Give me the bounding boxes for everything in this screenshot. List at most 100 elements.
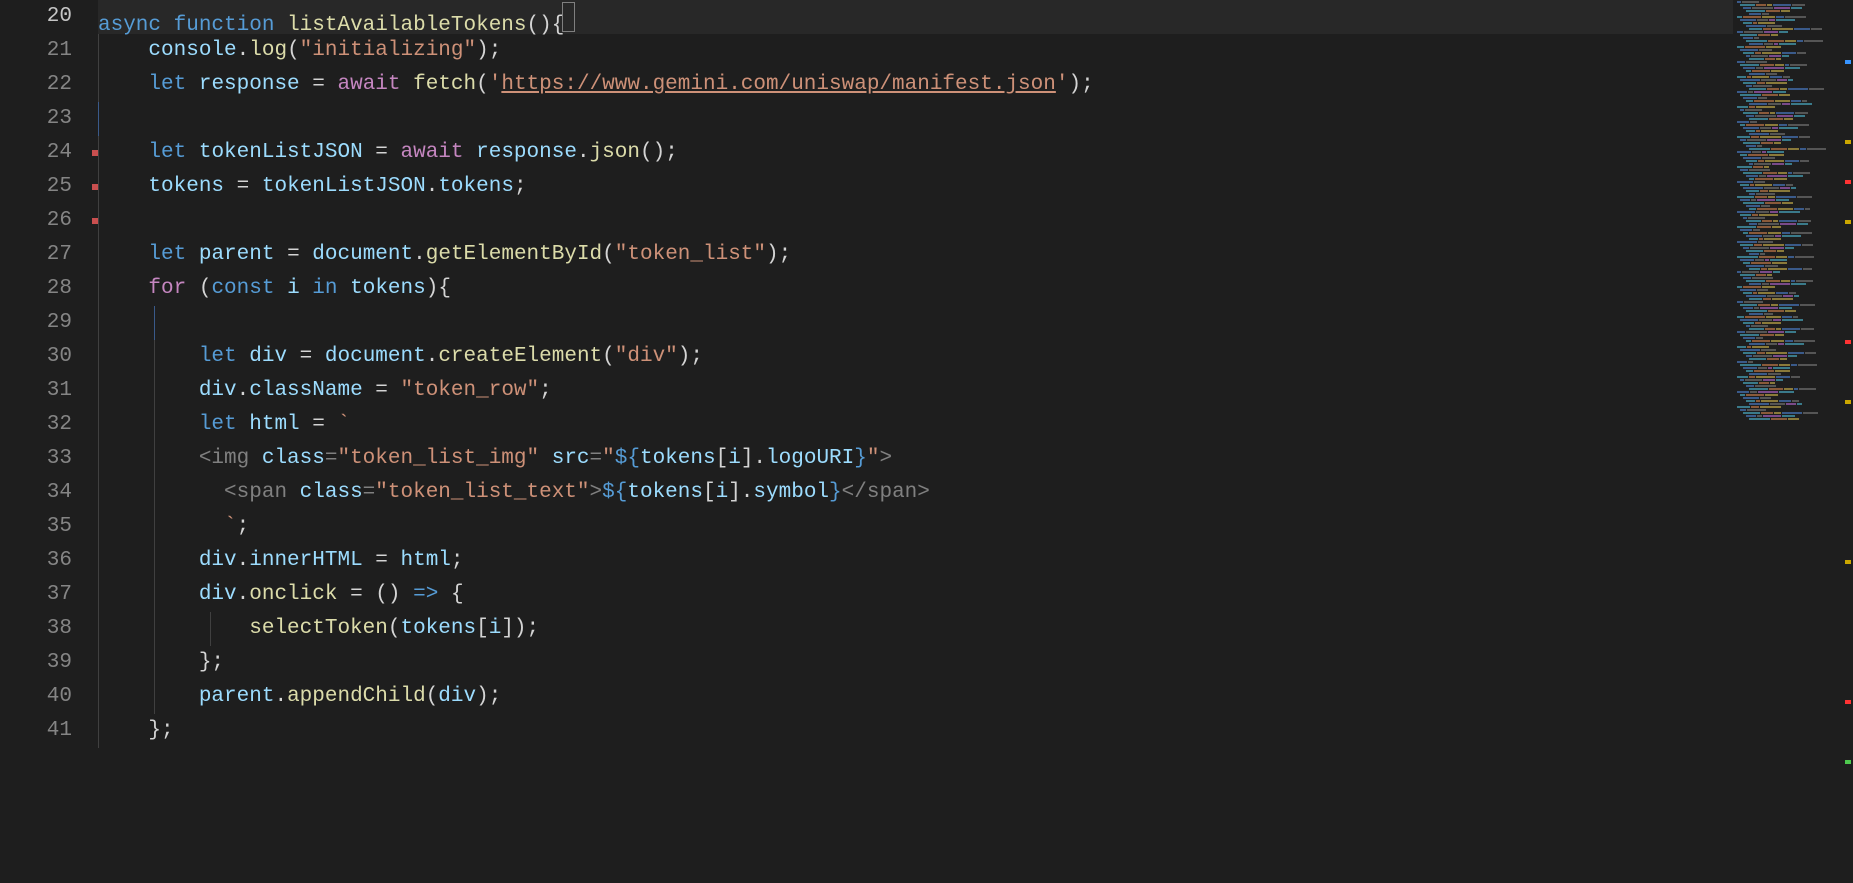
minimap-line	[1737, 211, 1849, 213]
minimap-line	[1737, 391, 1849, 393]
minimap-line	[1737, 415, 1849, 417]
minimap-line	[1737, 46, 1849, 48]
code-line[interactable]: let div = document.createElement("div");	[98, 340, 1853, 374]
minimap-line	[1737, 187, 1849, 189]
minimap-line	[1737, 55, 1849, 57]
minimap-line	[1737, 352, 1849, 354]
minimap-line	[1737, 91, 1849, 93]
minimap-line	[1737, 223, 1849, 225]
minimap[interactable]	[1733, 0, 1853, 883]
code-line[interactable]: div.innerHTML = html;	[98, 544, 1853, 578]
code-line[interactable]	[98, 102, 1853, 136]
minimap-line	[1737, 43, 1849, 45]
minimap-line	[1737, 25, 1849, 27]
code-line[interactable]: <span class="token_list_text">${tokens[i…	[98, 476, 1853, 510]
code-line[interactable]: parent.appendChild(div);	[98, 680, 1853, 714]
minimap-line	[1737, 217, 1849, 219]
code-line[interactable]: let parent = document.getElementById("to…	[98, 238, 1853, 272]
line-number: 23	[0, 102, 72, 136]
minimap-line	[1737, 205, 1849, 207]
code-line[interactable]: div.onclick = () => {	[98, 578, 1853, 612]
line-number: 39	[0, 646, 72, 680]
code-line[interactable]: <img class="token_list_img" src="${token…	[98, 442, 1853, 476]
minimap-line	[1737, 94, 1849, 96]
minimap-line	[1737, 16, 1849, 18]
minimap-line	[1737, 7, 1849, 9]
minimap-line	[1737, 238, 1849, 240]
minimap-line	[1737, 268, 1849, 270]
line-number: 36	[0, 544, 72, 578]
minimap-line	[1737, 307, 1849, 309]
minimap-line	[1737, 406, 1849, 408]
code-line[interactable]	[98, 204, 1853, 238]
minimap-line	[1737, 88, 1849, 90]
minimap-line	[1737, 214, 1849, 216]
code-line[interactable]: };	[98, 646, 1853, 680]
minimap-line	[1737, 316, 1849, 318]
code-editor[interactable]: 2021222324252627282930313233343536373839…	[0, 0, 1853, 883]
minimap-line	[1737, 100, 1849, 102]
overview-mark	[1845, 180, 1851, 184]
code-line[interactable]: tokens = tokenListJSON.tokens;	[98, 170, 1853, 204]
minimap-line	[1737, 400, 1849, 402]
minimap-line	[1737, 145, 1849, 147]
line-number: 35	[0, 510, 72, 544]
code-line[interactable]: async function listAvailableTokens(){	[98, 0, 1853, 34]
minimap-line	[1737, 313, 1849, 315]
minimap-line	[1737, 367, 1849, 369]
minimap-line	[1737, 157, 1849, 159]
minimap-line	[1737, 22, 1849, 24]
minimap-line	[1737, 241, 1849, 243]
minimap-line	[1737, 151, 1849, 153]
line-number: 31	[0, 374, 72, 408]
line-number: 20	[0, 0, 72, 34]
overview-mark	[1845, 560, 1851, 564]
minimap-line	[1737, 298, 1849, 300]
minimap-line	[1737, 397, 1849, 399]
minimap-line	[1737, 70, 1849, 72]
minimap-line	[1737, 79, 1849, 81]
minimap-line	[1737, 199, 1849, 201]
minimap-line	[1737, 256, 1849, 258]
minimap-line	[1737, 412, 1849, 414]
minimap-line	[1737, 295, 1849, 297]
code-line[interactable]: div.className = "token_row";	[98, 374, 1853, 408]
code-line[interactable]: `;	[98, 510, 1853, 544]
minimap-line	[1737, 190, 1849, 192]
minimap-line	[1737, 247, 1849, 249]
line-number: 41	[0, 714, 72, 748]
line-number: 21	[0, 34, 72, 68]
code-line[interactable]: let html = `	[98, 408, 1853, 442]
minimap-line	[1737, 376, 1849, 378]
minimap-line	[1737, 166, 1849, 168]
line-number: 27	[0, 238, 72, 272]
minimap-line	[1737, 61, 1849, 63]
minimap-line	[1737, 34, 1849, 36]
code-area[interactable]: async function listAvailableTokens(){ co…	[90, 0, 1853, 883]
minimap-line	[1737, 73, 1849, 75]
line-number: 25	[0, 170, 72, 204]
code-line[interactable]: let tokenListJSON = await response.json(…	[98, 136, 1853, 170]
minimap-line	[1737, 28, 1849, 30]
minimap-line	[1737, 106, 1849, 108]
overview-ruler[interactable]	[1839, 0, 1853, 883]
code-line[interactable]	[98, 306, 1853, 340]
minimap-line	[1737, 334, 1849, 336]
minimap-line	[1737, 301, 1849, 303]
minimap-line	[1737, 121, 1849, 123]
line-number: 32	[0, 408, 72, 442]
minimap-line	[1737, 349, 1849, 351]
minimap-line	[1737, 229, 1849, 231]
line-number: 30	[0, 340, 72, 374]
code-line[interactable]: selectToken(tokens[i]);	[98, 612, 1853, 646]
code-line[interactable]: for (const i in tokens){	[98, 272, 1853, 306]
minimap-line	[1737, 184, 1849, 186]
minimap-line	[1737, 220, 1849, 222]
minimap-line	[1737, 271, 1849, 273]
minimap-line	[1737, 340, 1849, 342]
minimap-line	[1737, 64, 1849, 66]
code-line[interactable]: };	[98, 714, 1853, 748]
line-number: 34	[0, 476, 72, 510]
code-line[interactable]: console.log("initializing");	[98, 34, 1853, 68]
code-line[interactable]: let response = await fetch('https://www.…	[98, 68, 1853, 102]
